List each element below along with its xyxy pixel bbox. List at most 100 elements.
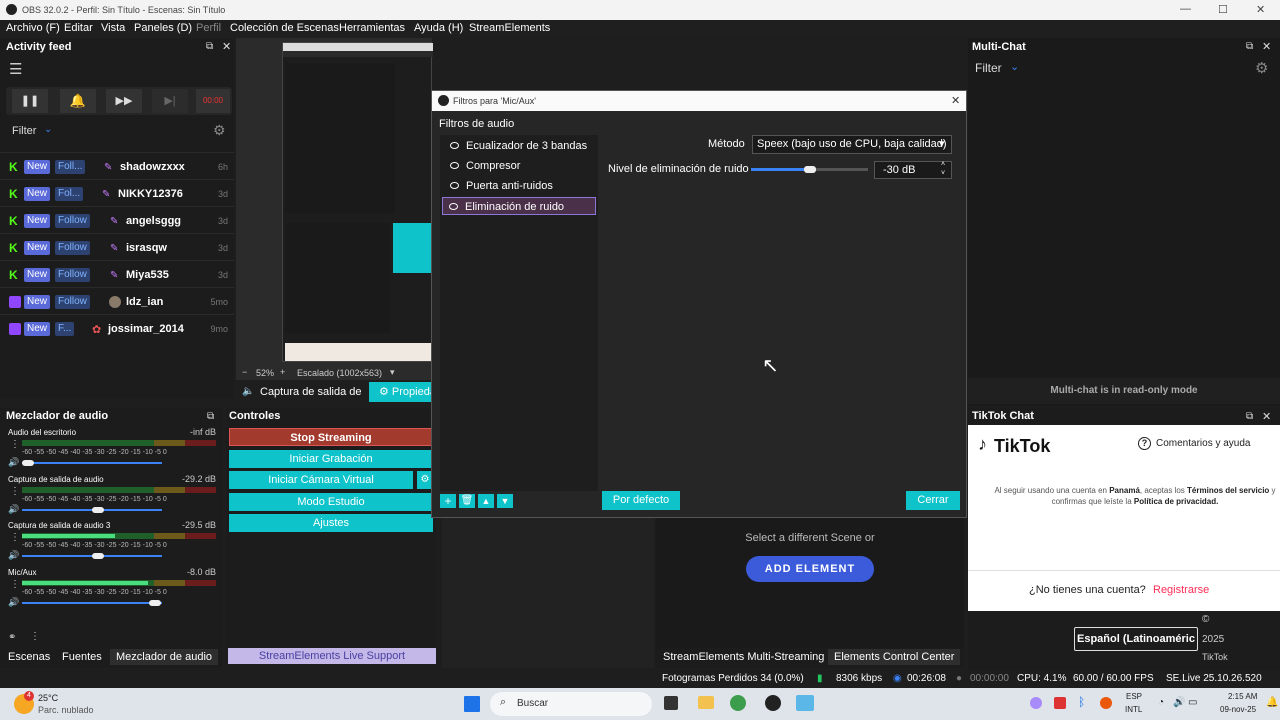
chevron-down-icon[interactable]: ⌄ xyxy=(44,124,52,135)
eye-icon[interactable] xyxy=(450,182,459,189)
slider-knob[interactable] xyxy=(91,553,104,559)
filter-item-selected[interactable]: Eliminación de ruido xyxy=(442,197,596,215)
feed-item[interactable]: New F... ✿ jossimar_2014 9mo xyxy=(0,314,234,341)
spin-arrows-icon[interactable]: ˄ ˅ xyxy=(941,160,945,178)
close-icon[interactable]: ✕ xyxy=(1256,3,1265,16)
add-filter-button[interactable]: + xyxy=(440,494,456,508)
eye-icon[interactable] xyxy=(450,162,459,169)
add-element-button[interactable]: ADD ELEMENT xyxy=(746,556,874,582)
properties-button[interactable]: ⚙ Propieda xyxy=(369,382,432,402)
tray-app-icon[interactable] xyxy=(1054,697,1066,709)
menu-streamelements[interactable]: StreamElements xyxy=(469,22,550,34)
filter-label[interactable]: Filter xyxy=(12,125,36,137)
volume-slider[interactable] xyxy=(22,553,162,559)
tray-app-icon[interactable] xyxy=(1030,697,1042,709)
menu-perfil[interactable]: Perfil xyxy=(196,22,221,34)
search-box[interactable]: ⌕ Buscar xyxy=(490,692,652,716)
fast-forward-icon[interactable]: ▶▶ xyxy=(106,89,142,113)
menu-archivo[interactable]: Archivo (F) xyxy=(6,22,60,34)
menu-editar[interactable]: Editar xyxy=(64,22,93,34)
chrome-icon[interactable] xyxy=(730,695,746,711)
bell-icon[interactable]: 🔔 xyxy=(60,89,96,113)
menu-vista[interactable]: Vista xyxy=(101,22,125,34)
start-recording-button[interactable]: Iniciar Grabación xyxy=(229,450,433,468)
zoom-in-icon[interactable]: + xyxy=(280,367,285,377)
speaker-icon[interactable]: 🔊 xyxy=(8,457,19,468)
tab-fuentes[interactable]: Fuentes xyxy=(62,651,102,663)
slider-knob[interactable] xyxy=(149,600,162,606)
float-icon[interactable]: ⧉ xyxy=(206,41,213,52)
start-virtual-camera-button[interactable]: Iniciar Cámara Virtual xyxy=(229,471,413,489)
link-icon[interactable]: ⚭ xyxy=(8,632,16,643)
chevron-down-icon[interactable]: ⌄ xyxy=(1010,60,1019,73)
chevron-down-icon[interactable]: ▾ xyxy=(390,367,395,378)
windows-start-icon[interactable] xyxy=(464,696,480,712)
filter-item[interactable]: Compresor xyxy=(444,157,596,175)
settings-button[interactable]: Ajustes xyxy=(229,514,433,532)
obs-taskbar-icon[interactable] xyxy=(765,695,781,711)
eye-icon[interactable] xyxy=(449,203,458,210)
studio-mode-button[interactable]: Modo Estudio xyxy=(229,493,433,511)
clock-date[interactable]: 09-nov-25 xyxy=(1220,705,1256,714)
volume-slider[interactable] xyxy=(22,460,162,466)
feed-item[interactable]: New Follow ldz_ian 5mo xyxy=(0,287,234,314)
kebab-icon[interactable]: ⋮ xyxy=(10,532,20,543)
task-view-icon[interactable] xyxy=(664,696,678,710)
slider-knob[interactable] xyxy=(22,460,34,466)
volume-icon[interactable]: 🔊 xyxy=(1173,697,1185,708)
menu-ayuda[interactable]: Ayuda (H) xyxy=(414,22,463,34)
maximize-icon[interactable]: ☐ xyxy=(1218,3,1228,16)
feed-item[interactable]: K New Follow ✎ Miya535 3d xyxy=(0,260,234,287)
kebab-icon[interactable]: ⋮ xyxy=(10,486,20,497)
bluetooth-icon[interactable]: ᛒ xyxy=(1078,695,1085,709)
close-button[interactable]: Cerrar xyxy=(906,491,960,510)
language-label-2[interactable]: INTL xyxy=(1125,705,1142,714)
close-panel-icon[interactable]: ✕ xyxy=(1262,40,1271,53)
close-panel-icon[interactable]: ✕ xyxy=(1262,410,1271,423)
close-panel-icon[interactable]: ✕ xyxy=(222,40,231,53)
volume-slider[interactable] xyxy=(22,600,162,606)
level-spinbox[interactable]: -30 dB ˄ ˅ xyxy=(874,161,952,179)
filter-item[interactable]: Ecualizador de 3 bandas xyxy=(444,137,596,155)
feed-item[interactable]: K New Fol... ✎ NIKKY12376 3d xyxy=(0,179,234,206)
slider-knob[interactable] xyxy=(803,166,816,173)
level-slider[interactable] xyxy=(751,166,868,173)
default-button[interactable]: Por defecto xyxy=(602,491,680,510)
float-icon[interactable]: ⧉ xyxy=(207,411,214,422)
minimize-icon[interactable]: — xyxy=(1180,3,1191,15)
language-label[interactable]: ESP xyxy=(1126,692,1142,701)
menu-paneles[interactable]: Paneles (D) xyxy=(134,22,192,34)
feed-item[interactable]: K New Foll... ✎ shadowzxxx 6h xyxy=(0,152,234,179)
kebab-icon[interactable]: ⋮ xyxy=(10,439,20,450)
privacy-link[interactable]: Política de privacidad. xyxy=(1134,497,1218,506)
filter-item[interactable]: Puerta anti-ruidos xyxy=(444,177,596,195)
preview-canvas[interactable] xyxy=(282,42,433,362)
slider-knob[interactable] xyxy=(91,507,104,513)
speaker-icon[interactable]: 🔊 xyxy=(8,597,19,608)
tab-mezclador[interactable]: Mezclador de audio xyxy=(110,649,219,665)
tab-control-center[interactable]: Elements Control Center xyxy=(828,649,961,665)
tab-multistreaming[interactable]: StreamElements Multi-Streaming xyxy=(663,651,824,663)
speaker-icon[interactable]: 🔊 xyxy=(8,504,19,515)
tray-app-icon[interactable] xyxy=(1100,697,1112,709)
terms-link[interactable]: Términos del servicio xyxy=(1187,486,1269,495)
close-icon[interactable]: ✕ xyxy=(951,94,960,107)
language-select[interactable]: Español (Latinoaméric xyxy=(1074,627,1198,651)
menu-coleccion[interactable]: Colección de Escenas xyxy=(230,22,339,34)
filter-label[interactable]: Filter xyxy=(975,61,1002,75)
help-link[interactable]: Comentarios y ayuda xyxy=(1156,438,1251,449)
volume-slider[interactable] xyxy=(22,507,162,513)
gear-icon[interactable]: ⚙ xyxy=(213,122,226,139)
feed-item[interactable]: K New Follow ✎ angelsggg 3d xyxy=(0,206,234,233)
battery-icon[interactable]: ▭ xyxy=(1188,697,1197,708)
hamburger-icon[interactable]: ☰ xyxy=(9,60,22,78)
move-up-icon[interactable]: ▲ xyxy=(478,494,494,508)
feed-item[interactable]: K New Follow ✎ israsqw 3d xyxy=(0,233,234,260)
stop-streaming-button[interactable]: Stop Streaming xyxy=(229,428,433,446)
clock-time[interactable]: 2:15 AM xyxy=(1228,692,1257,701)
live-support-button[interactable]: StreamElements Live Support xyxy=(228,648,436,664)
pause-icon[interactable]: ❚❚ xyxy=(12,89,48,113)
move-down-icon[interactable]: ▼ xyxy=(497,494,513,508)
bell-icon[interactable]: 🔔 xyxy=(1266,697,1278,708)
eye-icon[interactable] xyxy=(450,142,459,149)
